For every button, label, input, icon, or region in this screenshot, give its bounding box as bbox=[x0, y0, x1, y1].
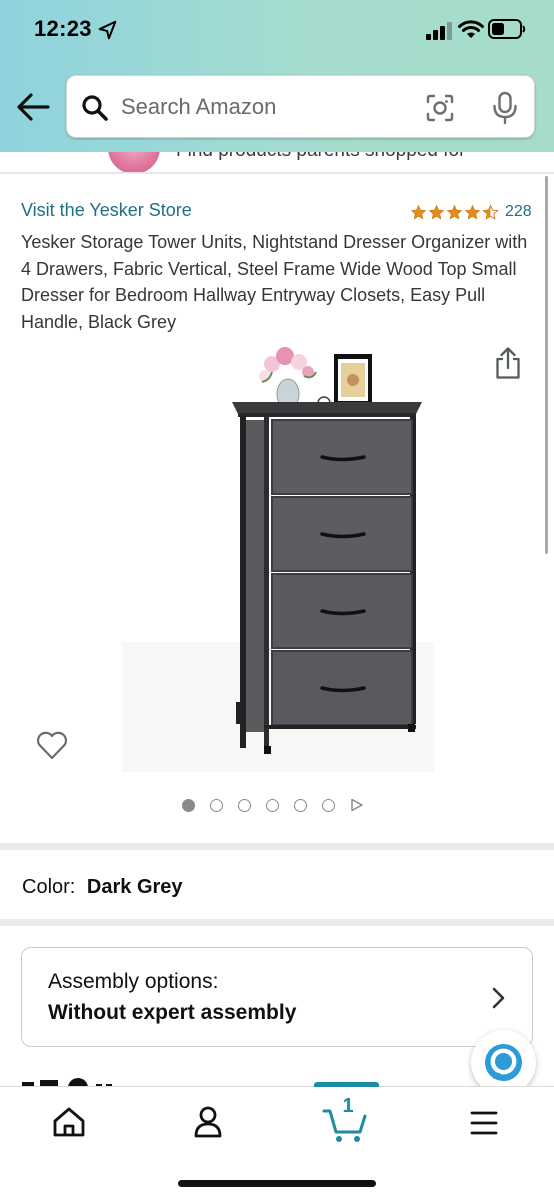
scrollbar[interactable] bbox=[545, 176, 548, 554]
wifi-icon bbox=[458, 20, 484, 38]
assembly-options-button[interactable]: Assembly options: Without expert assembl… bbox=[21, 947, 533, 1047]
hamburger-menu-icon[interactable] bbox=[454, 1101, 514, 1145]
camera-lens-icon[interactable] bbox=[425, 93, 455, 123]
color-label: Color: bbox=[22, 876, 76, 898]
play-video-icon[interactable] bbox=[350, 798, 364, 812]
account-icon[interactable] bbox=[178, 1101, 238, 1145]
search-input[interactable] bbox=[121, 92, 411, 122]
carousel-dot[interactable] bbox=[322, 798, 335, 812]
star-full-icon bbox=[464, 204, 481, 219]
product-image[interactable] bbox=[122, 342, 434, 772]
carousel-dot[interactable] bbox=[238, 798, 251, 812]
carousel-dot[interactable] bbox=[266, 798, 279, 812]
search-bar[interactable] bbox=[66, 75, 535, 138]
recommendation-banner[interactable]: Find products parents shopped for bbox=[0, 152, 554, 174]
store-link[interactable]: Visit the Yesker Store bbox=[21, 200, 192, 221]
banner-text: Find products parents shopped for bbox=[176, 152, 465, 162]
home-indicator[interactable] bbox=[178, 1180, 376, 1187]
location-arrow-icon bbox=[98, 20, 117, 40]
color-selection[interactable]: Color: Dark Grey bbox=[22, 876, 183, 899]
assembly-value: Without expert assembly bbox=[48, 1001, 297, 1024]
carousel-dot[interactable] bbox=[182, 798, 195, 812]
price-peek bbox=[22, 1078, 112, 1086]
heart-wishlist-icon[interactable] bbox=[35, 728, 69, 762]
cart-count: 1 bbox=[342, 1095, 354, 1117]
battery-icon bbox=[488, 19, 526, 39]
status-time: 12:23 bbox=[34, 16, 92, 41]
chevron-right-icon bbox=[492, 987, 505, 1009]
share-icon[interactable] bbox=[494, 346, 522, 380]
active-tab-indicator bbox=[314, 1082, 379, 1087]
star-half-icon bbox=[482, 203, 499, 220]
star-full-icon bbox=[446, 204, 463, 219]
banner-avatar bbox=[108, 152, 160, 174]
star-full-icon bbox=[428, 204, 445, 219]
cellular-signal-icon bbox=[426, 22, 452, 40]
microphone-icon[interactable] bbox=[491, 91, 519, 125]
home-icon[interactable] bbox=[39, 1101, 99, 1145]
star-full-icon bbox=[410, 204, 427, 219]
back-arrow-icon[interactable] bbox=[14, 88, 52, 126]
app-header: 12:23 bbox=[0, 0, 554, 152]
carousel-dot[interactable] bbox=[210, 798, 223, 812]
image-carousel-dots[interactable] bbox=[182, 797, 364, 813]
rating-stars bbox=[410, 203, 500, 221]
section-divider bbox=[0, 919, 554, 926]
assembly-label: Assembly options: bbox=[48, 970, 219, 993]
banner-divider bbox=[0, 172, 554, 174]
search-icon bbox=[82, 95, 108, 121]
alexa-icon bbox=[484, 1043, 523, 1082]
status-bar: 12:23 bbox=[0, 0, 554, 62]
section-divider bbox=[0, 843, 554, 850]
cart-tab[interactable]: 1 bbox=[316, 1095, 376, 1145]
product-title: Yesker Storage Tower Units, Nightstand D… bbox=[21, 232, 528, 332]
rating-count: 228 bbox=[505, 203, 532, 220]
carousel-dot[interactable] bbox=[294, 798, 307, 812]
product-rating[interactable]: 228 bbox=[410, 201, 532, 223]
color-value: Dark Grey bbox=[86, 876, 183, 898]
